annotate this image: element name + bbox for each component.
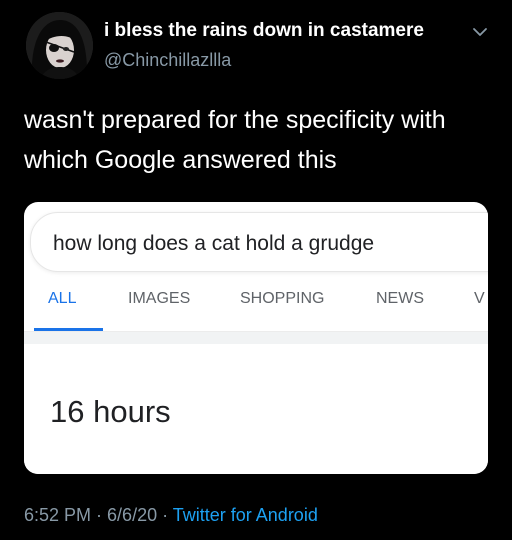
tweet-date: 6/6/20: [107, 505, 158, 525]
search-box: how long does a cat hold a grudge: [30, 212, 488, 272]
tab-all: ALL: [48, 290, 77, 307]
username-handle[interactable]: @Chinchillazllla: [104, 50, 231, 71]
tweet-source-link[interactable]: Twitter for Android: [173, 505, 318, 525]
tweet-meta: 6:52 PM · 6/6/20 · Twitter for Android: [24, 505, 318, 526]
search-query: how long does a cat hold a grudge: [53, 232, 375, 255]
tweet-text: wasn't prepared for the specificity with…: [24, 106, 446, 174]
avatar[interactable]: [26, 12, 93, 79]
chevron-down-icon[interactable]: [470, 22, 490, 42]
tab-news: NEWS: [376, 290, 424, 307]
meta-separator: ·: [157, 505, 173, 525]
tab-images: IMAGES: [128, 290, 191, 307]
tab-shopping: SHOPPING: [240, 290, 325, 307]
section-gap: [24, 332, 488, 344]
tweet: i bless the rains down in castamere @Chi…: [0, 0, 512, 540]
search-tabs: ALL IMAGES SHOPPING NEWS V: [24, 286, 488, 326]
google-screenshot: how long does a cat hold a grudge ALL IM…: [24, 202, 488, 474]
display-name[interactable]: i bless the rains down in castamere: [104, 20, 424, 42]
meta-separator: ·: [91, 505, 108, 525]
tweet-time: 6:52 PM: [24, 505, 92, 525]
answer-text: 16 hours: [50, 394, 171, 429]
tab-videos-partial: V: [474, 290, 485, 307]
answer-panel: 16 hours: [24, 344, 488, 474]
